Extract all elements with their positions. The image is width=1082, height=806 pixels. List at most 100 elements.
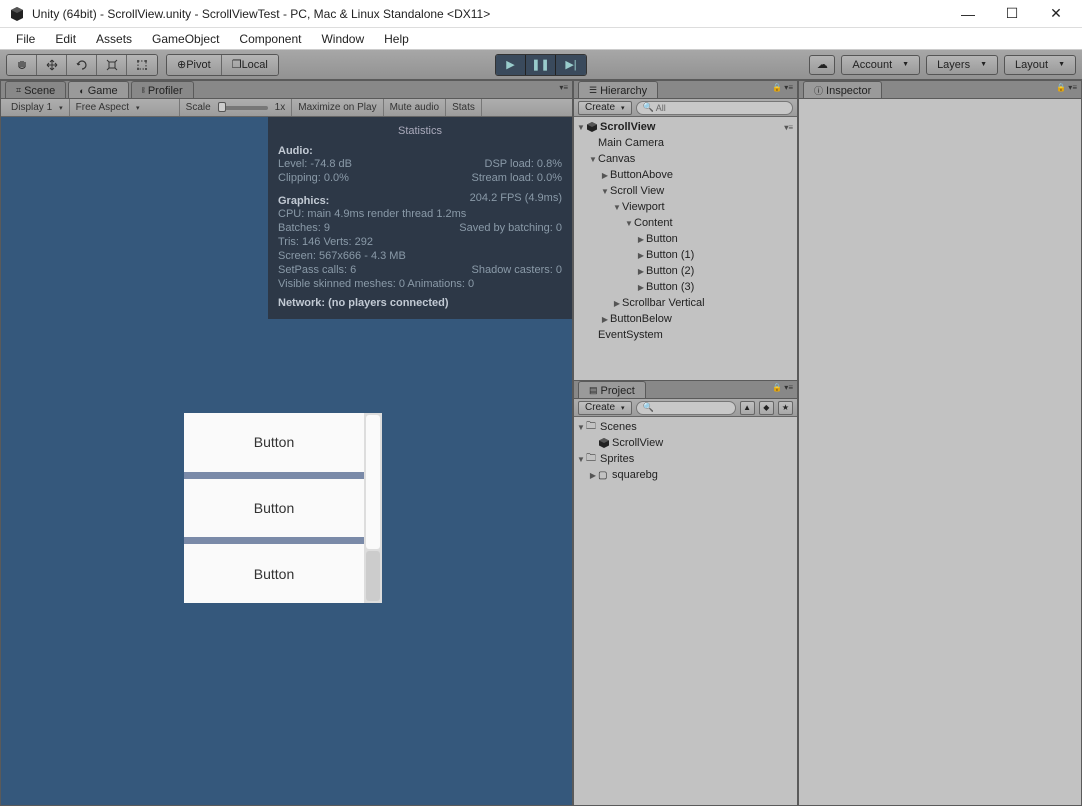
tab-profiler[interactable]: ⧛Profiler [131,81,194,98]
project-search-input[interactable]: 🔍 [636,401,736,415]
hierarchy-item[interactable]: ▼Canvas [574,151,797,167]
panel-menu-icon[interactable]: 🔒 ▾≡ [772,83,793,92]
hierarchy-item[interactable]: ▶ButtonBelow [574,311,797,327]
scene-menu-icon[interactable]: ▾≡ [784,123,793,132]
hierarchy-search-input[interactable]: 🔍All [636,101,793,115]
maximize-on-play-toggle[interactable]: Maximize on Play [292,99,383,116]
layout-dropdown[interactable]: Layout▼ [1004,55,1076,75]
save-search-button[interactable]: ★ [778,401,793,415]
hierarchy-item[interactable]: ▼Content [574,215,797,231]
rotate-tool-button[interactable] [67,55,97,75]
profiler-icon: ⧛ [142,85,145,96]
game-scroll-view: Button Button Button [184,413,382,603]
scrollbar-thumb[interactable] [366,415,380,549]
mid-panel: ☰Hierarchy 🔒 ▾≡ Create▾ 🔍All ▼ ScrollVie… [573,80,798,806]
tab-inspector[interactable]: ⓘInspector [803,81,882,98]
unity-asset-icon [598,437,612,449]
menu-window[interactable]: Window [311,30,374,48]
filter-type-button[interactable]: ▲ [740,401,755,415]
minimize-button[interactable]: — [946,0,990,28]
hierarchy-item[interactable]: ▶ButtonAbove [574,167,797,183]
menu-file[interactable]: File [6,30,45,48]
hierarchy-icon: ☰ [589,85,597,96]
rect-tool-button[interactable] [127,55,157,75]
close-button[interactable]: ✕ [1034,0,1078,28]
menu-edit[interactable]: Edit [45,30,86,48]
project-item[interactable]: ▼🗀Sprites [574,451,797,467]
folder-icon: 🗀 [586,419,600,436]
hierarchy-item[interactable]: ▶Button (3) [574,279,797,295]
hierarchy-scene-row[interactable]: ▼ ScrollView ▾≡ [574,119,797,135]
cloud-button[interactable]: ☁ [809,55,835,75]
project-icon: ▤ [589,385,598,396]
stats-graphics-header: Graphics: [278,195,329,207]
game-panel: ⌗Scene ◐ Game ⧛Profiler ▾≡ Display 1▾ Fre… [0,80,573,806]
menu-assets[interactable]: Assets [86,30,142,48]
game-view[interactable]: Statistics Audio: Level: -74.8 dBDSP loa… [1,117,572,805]
mute-audio-toggle[interactable]: Mute audio [384,99,446,116]
hierarchy-item[interactable]: ▶Button (2) [574,263,797,279]
tab-hierarchy[interactable]: ☰Hierarchy [578,81,658,98]
tab-game[interactable]: ◐ Game [68,81,128,98]
hierarchy-item[interactable]: ▼Viewport [574,199,797,215]
aspect-dropdown[interactable]: Free Aspect▾ [70,99,180,116]
hierarchy-item[interactable]: ▶Scrollbar Vertical [574,295,797,311]
account-dropdown[interactable]: Account▼ [841,55,920,75]
step-button[interactable]: ▶| [556,55,586,75]
game-ui-button[interactable]: Button [184,479,364,538]
layers-label: Layers [937,59,970,71]
hierarchy-item[interactable]: ▶Button (1) [574,247,797,263]
main-toolbar: ⊕ Pivot ❒ Local ▶ ❚❚ ▶| ☁ Account▼ Layer… [0,50,1082,80]
panel-menu-icon[interactable]: 🔒 ▾≡ [1056,83,1077,92]
panel-menu-icon[interactable]: ▾≡ [559,83,568,92]
tab-profiler-label: Profiler [148,85,183,97]
layout-label: Layout [1015,59,1048,71]
tab-hierarchy-label: Hierarchy [600,85,647,97]
tab-game-label: Game [88,85,118,97]
project-tree[interactable]: ▼🗀ScenesScrollView▼🗀Sprites▶▢squarebg [574,417,797,805]
pivot-label: Pivot [186,59,210,71]
project-item[interactable]: ▶▢squarebg [574,467,797,483]
folder-icon: 🗀 [586,451,600,468]
display-dropdown[interactable]: Display 1▾ [5,99,70,116]
unity-logo-icon [8,5,26,23]
scale-slider[interactable]: Scale1x [180,99,293,116]
hierarchy-item[interactable]: EventSystem [574,327,797,343]
panel-menu-icon[interactable]: 🔒 ▾≡ [772,383,793,392]
game-ui-button[interactable]: Button [184,413,364,472]
menu-gameobject[interactable]: GameObject [142,30,229,48]
unity-scene-icon [586,121,600,133]
hierarchy-item[interactable]: ▶Button [574,231,797,247]
layers-dropdown[interactable]: Layers▼ [926,55,998,75]
tab-inspector-label: Inspector [826,85,871,97]
pause-button[interactable]: ❚❚ [526,55,556,75]
maximize-button[interactable]: ☐ [990,0,1034,28]
project-create-button[interactable]: Create▾ [578,401,632,415]
stats-toggle[interactable]: Stats [446,99,482,116]
game-icon: ◐ [79,86,84,96]
project-item[interactable]: ScrollView [574,435,797,451]
hierarchy-tree[interactable]: ▼ ScrollView ▾≡ Main Camera▼Canvas▶Butto… [574,117,797,380]
game-ui-button[interactable]: Button [184,544,364,603]
pivot-toggle[interactable]: ⊕ Pivot [167,55,222,75]
local-toggle[interactable]: ❒ Local [222,55,278,75]
tab-scene[interactable]: ⌗Scene [5,81,66,98]
hierarchy-item[interactable]: ▼Scroll View [574,183,797,199]
menu-component[interactable]: Component [229,30,311,48]
project-item[interactable]: ▼🗀Scenes [574,419,797,435]
game-ui-scrollbar[interactable] [364,413,382,603]
scale-tool-button[interactable] [97,55,127,75]
hierarchy-create-button[interactable]: Create▾ [578,101,632,115]
sprite-icon: ▢ [598,470,612,481]
play-button[interactable]: ▶ [496,55,526,75]
hierarchy-item[interactable]: Main Camera [574,135,797,151]
window-titlebar: Unity (64bit) - ScrollView.unity - Scrol… [0,0,1082,28]
account-label: Account [852,59,892,71]
filter-label-button[interactable]: ◆ [759,401,774,415]
menu-help[interactable]: Help [374,30,419,48]
tab-project[interactable]: ▤Project [578,381,646,398]
hand-tool-button[interactable] [7,55,37,75]
move-tool-button[interactable] [37,55,67,75]
scene-icon: ⌗ [16,85,21,96]
scrollbar-track[interactable] [366,551,380,601]
